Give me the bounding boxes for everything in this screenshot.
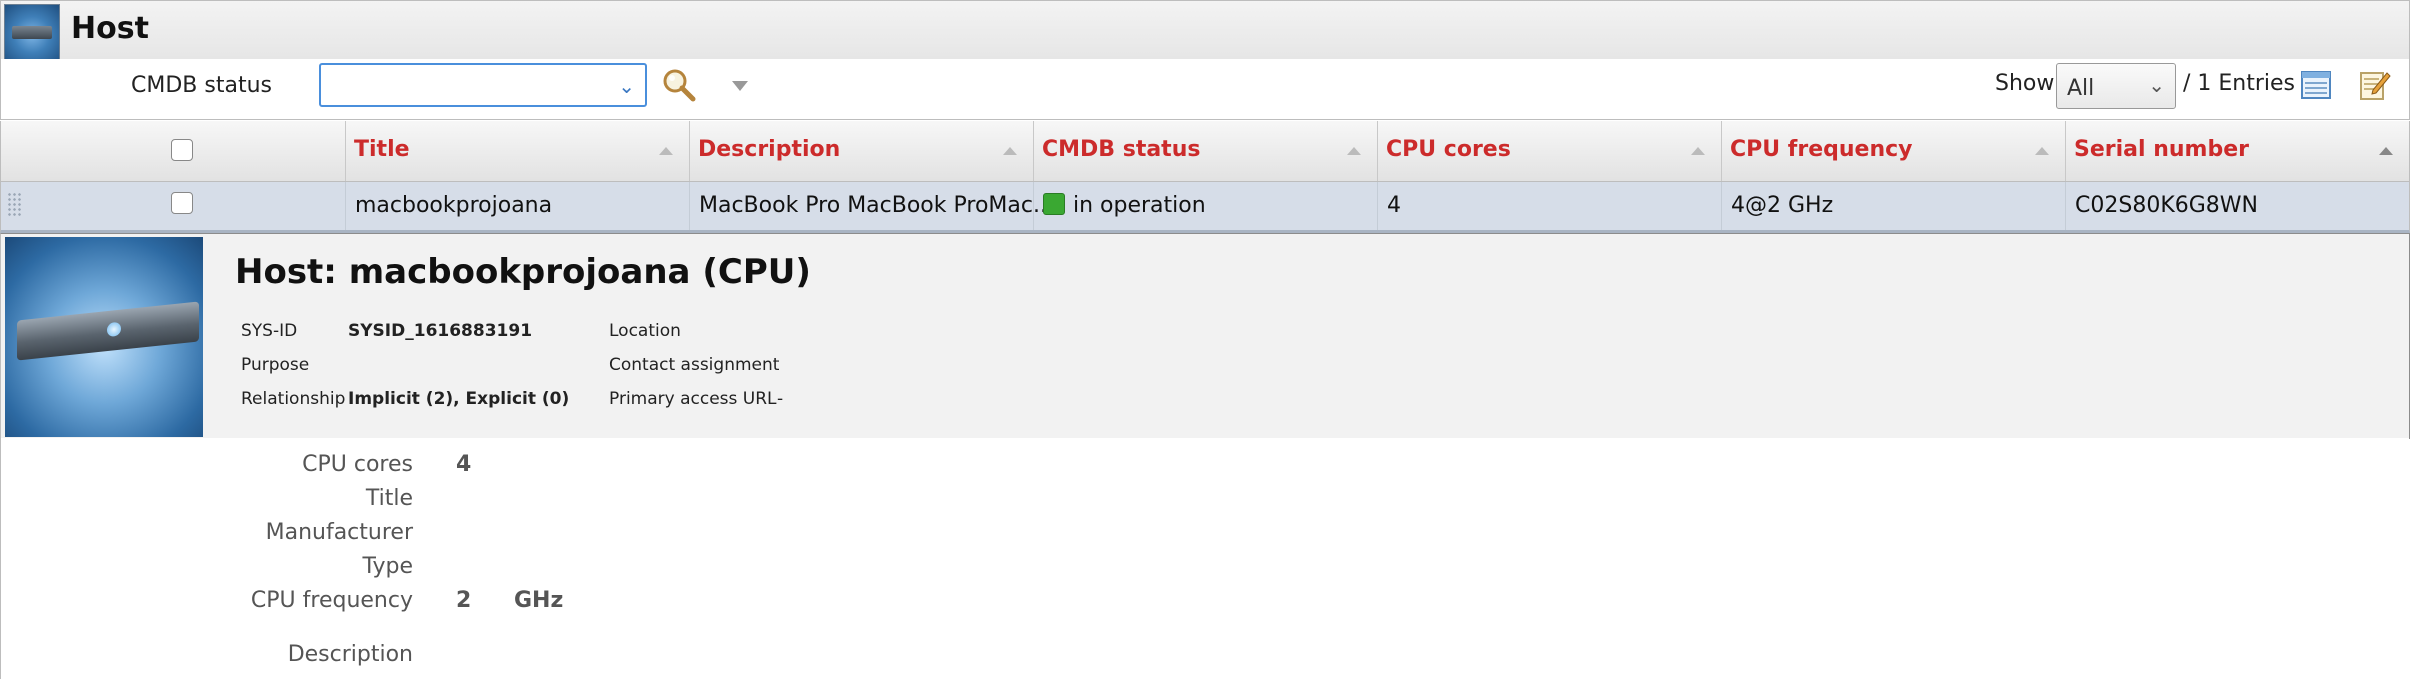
cell-serial-number[interactable]: C02S80K6G8WN: [2065, 182, 2409, 230]
cpu-form: CPU cores 4 Title Manufacturer Type CPU …: [0, 438, 2409, 679]
title-label: Title: [365, 486, 413, 511]
sysid-value: SYSID_1616883191: [348, 321, 533, 341]
edit-list-icon[interactable]: [2359, 69, 2391, 101]
detail-panel: Host: macbookprojoana (CPU) SYS-ID SYSID…: [0, 233, 2410, 439]
cell-text: 4@2 GHz: [1731, 193, 1834, 218]
cpu-frequency-value: 2: [456, 588, 472, 613]
show-entries-select[interactable]: All ⌄: [2056, 63, 2176, 109]
type-label: Type: [362, 554, 413, 579]
column-label: Serial number: [2074, 137, 2249, 162]
show-label: Show: [1995, 71, 2055, 96]
select-all-checkbox[interactable]: [171, 139, 193, 161]
sort-arrow-icon: [659, 147, 673, 155]
status-text: in operation: [1073, 193, 1206, 218]
primary-access-url-value: -: [777, 389, 784, 409]
cell-text: C02S80K6G8WN: [2075, 193, 2258, 218]
sort-arrow-icon: [2035, 147, 2049, 155]
row-checkbox[interactable]: [171, 192, 193, 214]
status-indicator-icon: [1043, 193, 1065, 215]
cpu-frequency-label: CPU frequency: [250, 588, 413, 613]
purpose-label: Purpose: [241, 355, 310, 375]
cell-text: 4: [1387, 193, 1401, 218]
column-label: Title: [354, 137, 410, 162]
column-header-cmdb-status[interactable]: CMDB status: [1033, 121, 1377, 181]
manufacturer-label: Manufacturer: [265, 520, 413, 545]
description-label: Description: [287, 642, 413, 667]
cell-text: MacBook Pro MacBook ProMac...: [699, 193, 1054, 218]
relationship-value[interactable]: Implicit (2), Explicit (0): [348, 389, 569, 409]
column-label: Description: [698, 137, 841, 162]
filter-label: CMDB status: [131, 73, 272, 98]
title-bar: Host: [0, 0, 2410, 60]
chevron-down-icon: ⌄: [618, 74, 635, 98]
relationship-label: Relationship: [241, 389, 346, 409]
cpu-cores-label: CPU cores: [302, 452, 413, 477]
cell-title[interactable]: macbookprojoana: [345, 182, 689, 230]
column-header-cpu-cores[interactable]: CPU cores: [1377, 121, 1721, 181]
drag-handle-icon[interactable]: [7, 192, 21, 218]
column-label: CPU cores: [1386, 137, 1511, 162]
server-image: [5, 237, 203, 437]
sort-arrow-icon: [1691, 147, 1705, 155]
primary-access-url-label: Primary access URL: [609, 389, 777, 409]
cell-text: macbookprojoana: [355, 193, 553, 218]
column-label: CPU frequency: [1730, 137, 1913, 162]
sort-arrow-icon: [1347, 147, 1361, 155]
chevron-down-icon: ⌄: [2148, 73, 2165, 97]
location-label: Location: [609, 321, 681, 341]
cell-cmdb-status[interactable]: in operation: [1033, 182, 1377, 230]
column-header-serial-number[interactable]: Serial number: [2065, 121, 2409, 181]
list-view-icon[interactable]: [2301, 71, 2331, 99]
page-title: Host: [71, 11, 149, 46]
cpu-cores-value: 4: [456, 452, 472, 477]
table-row[interactable]: macbookprojoana MacBook Pro MacBook ProM…: [0, 182, 2410, 233]
magnifier-icon[interactable]: [661, 67, 697, 103]
cell-cpu-cores[interactable]: 4: [1377, 182, 1721, 230]
contact-assignment-label: Contact assignment: [609, 355, 780, 375]
sort-arrow-icon: [1003, 147, 1017, 155]
cmdb-status-filter-select[interactable]: ⌄: [319, 63, 647, 107]
detail-title: Host: macbookprojoana (CPU): [235, 252, 811, 292]
column-header-title[interactable]: Title: [345, 121, 689, 181]
show-entries-value: All: [2067, 76, 2095, 101]
server-icon: [4, 4, 60, 60]
cell-cpu-frequency[interactable]: 4@2 GHz: [1721, 182, 2065, 230]
cell-description[interactable]: MacBook Pro MacBook ProMac...: [689, 182, 1054, 230]
table-header: Title Description CMDB status CPU cores …: [0, 121, 2410, 182]
filter-bar: CMDB status ⌄ Show All ⌄ / 1 Entries: [0, 59, 2410, 120]
sysid-label: SYS-ID: [241, 321, 298, 341]
sort-arrow-icon: [2379, 147, 2393, 155]
entries-count: / 1 Entries: [2183, 71, 2296, 96]
cpu-frequency-unit: GHz: [514, 588, 564, 613]
column-header-cpu-frequency[interactable]: CPU frequency: [1721, 121, 2065, 181]
filter-options-caret-icon[interactable]: [732, 81, 748, 91]
column-header-description[interactable]: Description: [689, 121, 1033, 181]
column-label: CMDB status: [1042, 137, 1201, 162]
